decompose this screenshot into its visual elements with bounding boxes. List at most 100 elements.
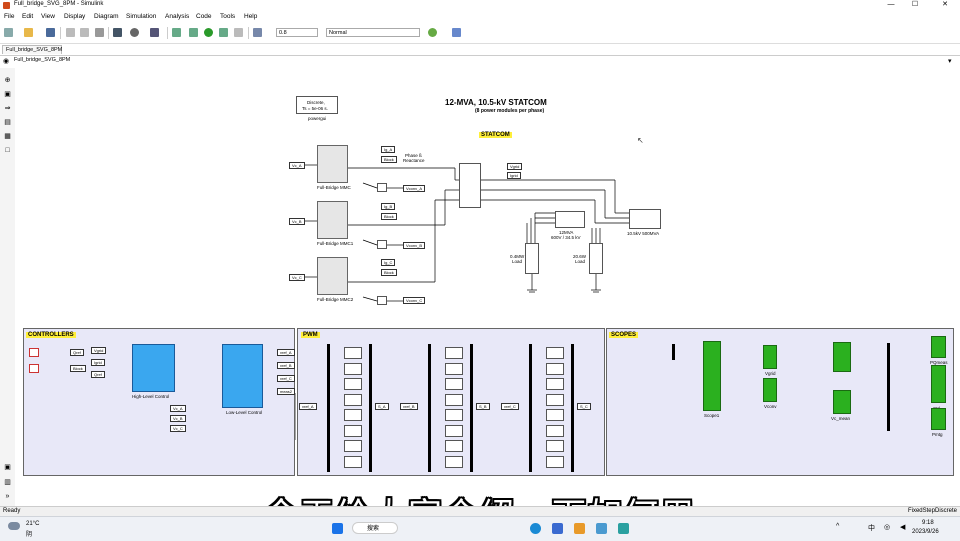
open-folder-icon[interactable] <box>24 28 33 37</box>
volume-icon[interactable]: ◀ <box>900 523 905 531</box>
high-level-control-block[interactable] <box>132 344 175 392</box>
pwm-module-block[interactable] <box>546 440 564 452</box>
vref-b-from[interactable]: vref_B <box>400 403 418 410</box>
vc-c-tag[interactable]: Vc_C <box>289 274 305 281</box>
sum-block-a[interactable] <box>377 183 387 192</box>
ig-c-tag[interactable]: Ig_C <box>381 259 396 266</box>
grid-icon[interactable] <box>452 28 461 37</box>
pwm-module-block[interactable] <box>445 455 463 468</box>
minimize-button[interactable]: — <box>880 0 902 11</box>
qref-source-block[interactable] <box>29 348 39 357</box>
edge-icon[interactable] <box>530 523 541 534</box>
model-settings-icon[interactable] <box>130 28 139 37</box>
close-button[interactable]: ✕ <box>934 0 956 11</box>
source-block[interactable] <box>629 209 661 229</box>
pwm-module-block[interactable] <box>445 424 463 437</box>
vc-b-tag[interactable]: Vc_B <box>289 218 305 225</box>
step-forward-icon[interactable] <box>219 28 228 37</box>
load-block-1[interactable] <box>525 243 539 274</box>
block-tag-b[interactable]: Block <box>381 213 397 220</box>
vref-a-goto[interactable]: vref_A <box>277 349 295 356</box>
sim-mode-select[interactable]: Normal <box>326 28 420 37</box>
vref-b-goto[interactable]: vref_B <box>277 362 295 369</box>
check-icon[interactable] <box>428 28 437 37</box>
full-bridge-mmc2-block[interactable] <box>317 257 348 295</box>
library-browser-icon[interactable] <box>113 28 122 37</box>
powergui-block[interactable]: Discrete, Ts = 5e-06 s. <box>296 96 338 114</box>
annotation-icon[interactable]: ▤ <box>3 118 12 127</box>
pwm-module-block[interactable] <box>344 378 362 390</box>
pwm-module-block[interactable] <box>546 393 564 406</box>
menu-edit[interactable]: Edit <box>22 13 33 20</box>
start-icon[interactable] <box>332 523 343 534</box>
ime-indicator[interactable]: 中 <box>868 523 875 533</box>
stop-time-field[interactable]: 0.8 <box>276 28 318 37</box>
save-icon[interactable] <box>46 28 55 37</box>
qref-goto[interactable]: Qref <box>70 349 84 356</box>
new-model-icon[interactable] <box>4 28 13 37</box>
step-back-icon[interactable] <box>172 28 181 37</box>
full-bridge-mmc-block[interactable] <box>317 145 348 183</box>
breadcrumb[interactable]: Full_bridge_SVG_8PM <box>14 57 70 63</box>
vref-a-from[interactable]: vref_A <box>299 403 317 410</box>
menu-analysis[interactable]: Analysis <box>165 13 189 20</box>
maximize-button[interactable]: ☐ <box>904 0 926 11</box>
scopes-area[interactable]: SCOPES <box>606 328 954 476</box>
zoom-icon[interactable]: ⊕ <box>3 76 12 85</box>
fit-view-icon[interactable]: ▣ <box>3 90 12 99</box>
vconv-scope-block[interactable] <box>763 378 777 402</box>
block-source-block[interactable] <box>29 364 39 373</box>
menu-display[interactable]: Display <box>64 13 85 20</box>
qref-from[interactable]: Qref <box>91 371 105 378</box>
load-block-2[interactable] <box>589 243 603 274</box>
pmtg-scope-block[interactable] <box>931 408 946 430</box>
tab-model[interactable]: Full_bridge_SVG_8PM <box>2 45 62 54</box>
vi-measurement-block[interactable] <box>459 163 481 208</box>
menu-file[interactable]: File <box>4 13 14 20</box>
pwm-module-block[interactable] <box>344 393 362 406</box>
stop-icon[interactable] <box>234 28 243 37</box>
vconv-a-tag[interactable]: Vconv_A <box>403 185 426 192</box>
hide-browser-icon[interactable]: ◉ <box>3 57 9 65</box>
area-icon[interactable]: □ <box>3 146 12 155</box>
low-level-control-block[interactable] <box>222 344 263 408</box>
block-tag-a[interactable]: Block <box>381 156 397 163</box>
igrid-tag[interactable]: Igrid <box>507 172 521 179</box>
vc-c-from[interactable]: Vc_C <box>170 425 186 432</box>
vgrid-tag[interactable]: Vgrid <box>507 163 523 170</box>
block-tag-c[interactable]: Block <box>381 269 397 276</box>
vref-c-from[interactable]: vref_C <box>501 403 519 410</box>
menu-tools[interactable]: Tools <box>220 13 235 20</box>
igrid-from[interactable]: Igrid <box>91 359 105 366</box>
weather-icon[interactable] <box>8 522 20 530</box>
vc-mean-scope-block[interactable] <box>833 390 851 414</box>
vgrid-scope-block[interactable] <box>763 345 777 369</box>
pqmeas-scope-block[interactable] <box>931 336 946 358</box>
chevron-up-icon[interactable]: ^ <box>836 523 839 530</box>
pwm-module-block[interactable] <box>546 455 564 468</box>
camera-icon[interactable]: ▣ <box>3 463 12 472</box>
model-canvas[interactable]: Discrete, Ts = 5e-06 s. powergui 12-MVA,… <box>15 68 960 506</box>
ig-a-tag[interactable]: Ig_A <box>381 146 396 153</box>
menu-simulation[interactable]: Simulation <box>126 13 156 20</box>
chevron-down-icon[interactable]: ▾ <box>948 57 952 65</box>
sa-goto[interactable]: S_A <box>375 403 389 410</box>
clock-date[interactable]: 2023/9/26 <box>912 529 939 535</box>
ctrl-scope-block[interactable] <box>931 365 946 403</box>
pwm-module-block[interactable] <box>344 347 362 359</box>
pwm-module-block[interactable] <box>344 455 362 468</box>
panel-icon[interactable]: ▥ <box>3 478 12 487</box>
menu-view[interactable]: View <box>41 13 55 20</box>
pwm-module-block[interactable] <box>546 424 564 437</box>
clock-time[interactable]: 9:18 <box>922 520 934 526</box>
arrow-icon[interactable]: ⇒ <box>3 104 12 113</box>
back-icon[interactable] <box>66 28 75 37</box>
vc-scope-block[interactable] <box>833 342 851 372</box>
pwm-module-block[interactable] <box>344 362 362 375</box>
vconv-b-tag[interactable]: Vconv_B <box>403 242 426 249</box>
vconv-c-tag[interactable]: Vconv_C <box>403 297 426 304</box>
full-bridge-mmc1-block[interactable] <box>317 201 348 239</box>
sc-goto[interactable]: S_C <box>577 403 591 410</box>
sum-block-b[interactable] <box>377 240 387 249</box>
menu-code[interactable]: Code <box>196 13 212 20</box>
